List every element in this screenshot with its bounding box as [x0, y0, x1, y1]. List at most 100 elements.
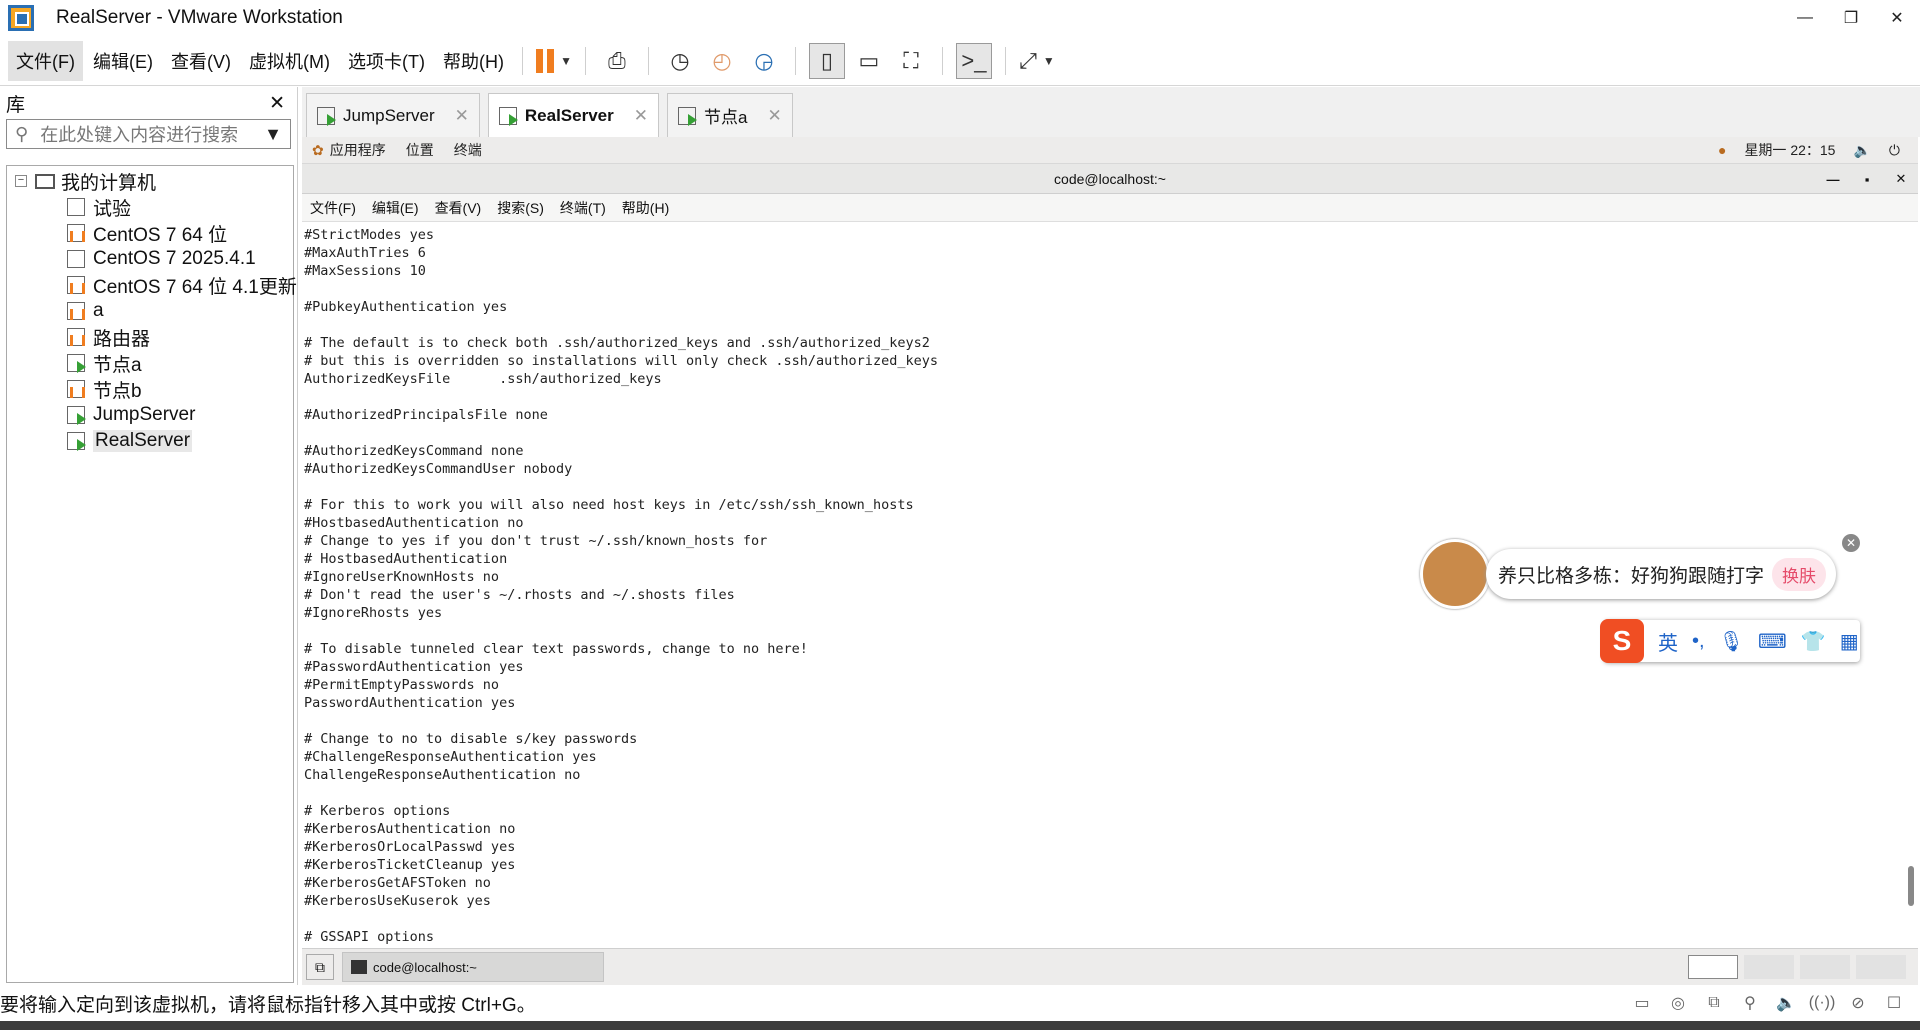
cd-dvd-icon[interactable]: ◎: [1666, 991, 1690, 1015]
volume-icon[interactable]: 🔈: [1853, 142, 1870, 159]
tab-realserver[interactable]: RealServer ✕: [487, 93, 659, 137]
full-screen-icon[interactable]: ⛶: [893, 43, 929, 79]
thumbnail-bar-icon[interactable]: ▭: [851, 43, 887, 79]
power-icon[interactable]: ⏻: [1889, 142, 1900, 159]
workspace-4[interactable]: [1856, 955, 1906, 979]
terminal-menu-edit[interactable]: 编辑(E): [372, 198, 419, 218]
hard-disk-icon[interactable]: ▭: [1630, 991, 1654, 1015]
window-controls: — ❐ ✕: [1782, 0, 1920, 36]
terminal-menu-file[interactable]: 文件(F): [310, 198, 356, 218]
tree-item-vm[interactable]: CentOS 7 64 位: [7, 220, 293, 246]
tree-item-vm[interactable]: 试验: [7, 194, 293, 220]
tree-item-vm[interactable]: 节点a: [7, 350, 293, 376]
vm-running-icon: [498, 106, 518, 126]
send-ctrl-alt-del-button[interactable]: ⎙: [599, 43, 635, 79]
tree-item-vm[interactable]: 节点b: [7, 376, 293, 402]
terminal-menu-terminal[interactable]: 终端(T): [560, 198, 606, 218]
terminal-line: #KerberosOrLocalPasswd yes: [304, 839, 516, 855]
pause-button[interactable]: ▼: [535, 43, 572, 79]
terminal-line: AuthorizedKeysFile .ssh/authorized_keys: [304, 371, 662, 387]
menu-help[interactable]: 帮助(H): [435, 41, 512, 81]
tree-item-label: JumpServer: [93, 404, 196, 425]
tree-item-vm-selected[interactable]: RealServer: [7, 428, 293, 454]
change-skin-button[interactable]: 换肤: [1772, 557, 1827, 591]
tab-node-a[interactable]: 节点a ✕: [666, 93, 793, 137]
maximize-icon[interactable]: ❐: [1828, 0, 1874, 36]
vm-paused-icon: [67, 302, 85, 320]
usb-icon[interactable]: ⚲: [1738, 991, 1762, 1015]
network-icon[interactable]: ⧉: [1702, 991, 1726, 1015]
collapse-icon[interactable]: −: [15, 175, 27, 187]
microphone-icon[interactable]: 🎙: [1719, 629, 1744, 654]
menu-tabs[interactable]: 选项卡(T): [340, 41, 433, 81]
gnome-clock[interactable]: 星期一 22：15: [1744, 140, 1835, 160]
show-library-icon[interactable]: ▯: [808, 42, 845, 79]
ime-tip-bubble[interactable]: 养只比格多栋：好狗狗跟随打字 换肤: [1486, 549, 1837, 599]
terminal-line: # For this to work you will also need ho…: [304, 497, 914, 513]
maximize-icon[interactable]: ▪: [1850, 164, 1884, 194]
minimize-icon[interactable]: —: [1816, 164, 1850, 194]
workspace-3[interactable]: [1800, 955, 1850, 979]
library-search-input[interactable]: ⚲ 在此处键入内容进行搜索 ▼: [6, 119, 291, 149]
wireless-icon[interactable]: ((·)): [1809, 991, 1836, 1015]
tree-item-vm[interactable]: a: [7, 298, 293, 324]
tree-item-vm[interactable]: CentOS 7 2025.4.1: [7, 246, 293, 272]
terminal-title-bar: code@localhost:~ — ▪ ✕: [302, 164, 1918, 194]
tree-item-label: 路由器: [93, 328, 151, 350]
terminal-line: #KerberosUseKuserok yes: [304, 893, 491, 909]
snapshot-icon[interactable]: ◷: [662, 43, 698, 79]
close-tab-icon[interactable]: ✕: [634, 106, 648, 126]
gnome-menu-applications[interactable]: 应用程序: [330, 140, 386, 160]
menu-file[interactable]: 文件(F): [8, 40, 83, 81]
gnome-menu-terminal[interactable]: 终端: [454, 140, 482, 160]
ime-toolbar: S 英 •, 🎙 ⌨ 👕 ▦: [1600, 619, 1860, 663]
gnome-menu-places[interactable]: 位置: [406, 140, 434, 160]
vm-paused-icon: [67, 276, 85, 294]
terminal-line: # The default is to check both .ssh/auth…: [304, 335, 930, 351]
scrollbar-thumb[interactable]: [1908, 866, 1914, 906]
tree-item-vm[interactable]: CentOS 7 64 位 4.1更新: [7, 272, 297, 298]
message-log-icon[interactable]: ☐: [1882, 991, 1906, 1015]
punctuation-icon[interactable]: •,: [1692, 630, 1705, 653]
toolbox-icon[interactable]: ▦: [1840, 629, 1859, 654]
minimize-icon[interactable]: —: [1782, 0, 1828, 36]
user-status-icon[interactable]: ●: [1718, 142, 1726, 158]
tab-jumpserver[interactable]: JumpServer ✕: [306, 93, 480, 137]
workspace-1[interactable]: [1688, 955, 1738, 979]
status-bar: 要将输入定向到该虚拟机，请将鼠标指针移入其中或按 Ctrl+G。 ▭ ◎ ⧉ ⚲…: [0, 985, 1920, 1021]
chevron-down-icon[interactable]: ▼: [264, 124, 282, 145]
menu-edit[interactable]: 编辑(E): [85, 41, 161, 81]
tree-root[interactable]: − 我的计算机: [7, 168, 293, 194]
menu-vm[interactable]: 虚拟机(M): [241, 41, 338, 81]
keyboard-icon[interactable]: ⌨: [1758, 629, 1787, 654]
audio-muted-icon[interactable]: ⊘: [1846, 991, 1870, 1015]
terminal-line: #AuthorizedKeysCommandUser nobody: [304, 461, 573, 477]
workspace-2[interactable]: [1744, 955, 1794, 979]
terminal-menu-view[interactable]: 查看(V): [435, 198, 482, 218]
snapshot-manager-icon[interactable]: ◶: [746, 43, 782, 79]
close-icon[interactable]: ✕: [1842, 534, 1860, 552]
revert-snapshot-icon[interactable]: ◴: [704, 43, 740, 79]
vm-tree: − 我的计算机 试验 CentOS 7 64 位 CentOS 7 2025.4…: [6, 165, 297, 983]
sogou-logo-icon[interactable]: S: [1600, 619, 1644, 663]
terminal-menu-search[interactable]: 搜索(S): [497, 198, 544, 218]
close-icon[interactable]: ✕: [1874, 0, 1920, 36]
tree-item-vm[interactable]: JumpServer: [7, 402, 293, 428]
tree-item-vm[interactable]: 路由器: [7, 324, 293, 350]
close-icon[interactable]: ✕: [1884, 164, 1918, 194]
taskbar-terminal-item[interactable]: code@localhost:~: [342, 952, 604, 982]
terminal-menu-help[interactable]: 帮助(H): [622, 198, 669, 218]
tree-item-label: CentOS 7 2025.4.1: [93, 248, 256, 269]
skin-icon[interactable]: 👕: [1801, 629, 1826, 654]
stretch-guest-icon[interactable]: ⤢ ▼: [1019, 43, 1055, 79]
console-view-icon[interactable]: >_: [955, 42, 992, 79]
show-desktop-icon[interactable]: ⧉: [306, 954, 334, 980]
ime-mode-toggle[interactable]: 英: [1658, 627, 1678, 656]
menu-view[interactable]: 查看(V): [163, 41, 239, 81]
close-library-icon[interactable]: ✕: [269, 92, 285, 115]
terminal-scrollbar[interactable]: [1908, 226, 1916, 948]
sound-icon[interactable]: 🔈: [1774, 991, 1798, 1015]
close-tab-icon[interactable]: ✕: [767, 106, 781, 126]
close-tab-icon[interactable]: ✕: [455, 106, 469, 126]
